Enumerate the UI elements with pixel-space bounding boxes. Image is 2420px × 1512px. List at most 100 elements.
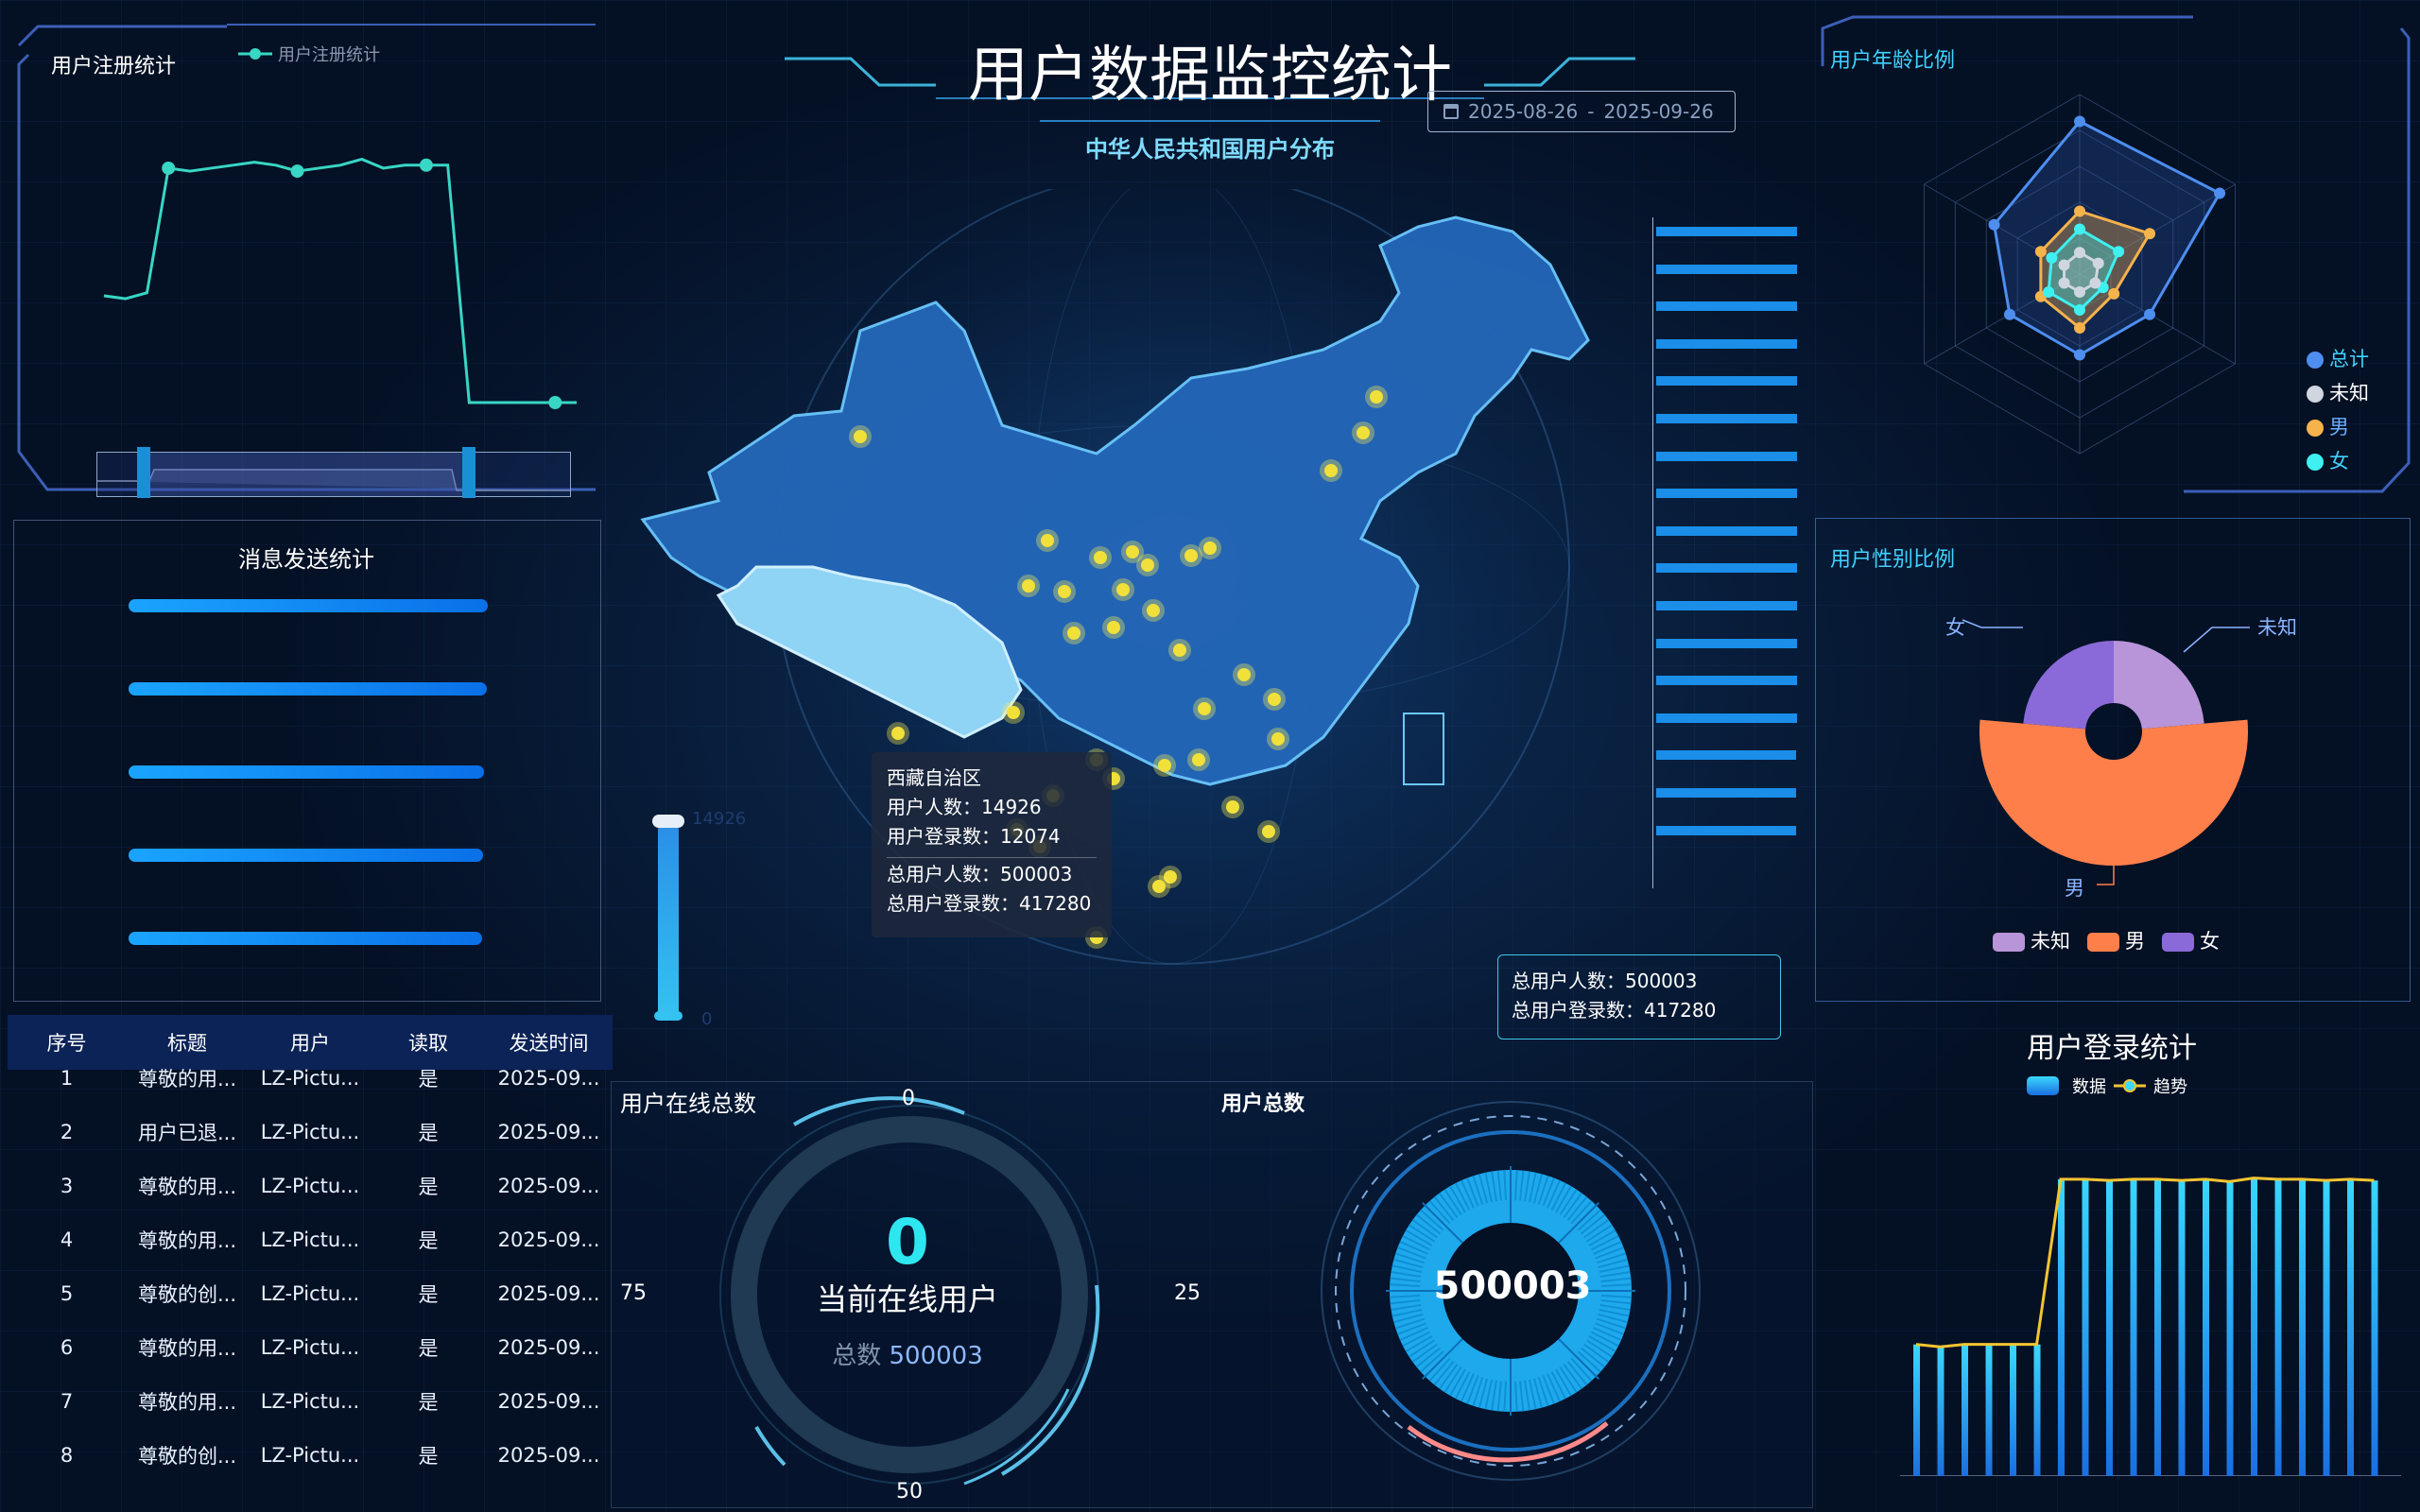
col-read[interactable]: 读取 xyxy=(372,1028,485,1057)
table-row[interactable]: 8 尊敬的创... LZ-Pictu... 是 2025-09... xyxy=(8,1428,613,1482)
scale-max-label: 14926 xyxy=(692,809,747,829)
province-bar xyxy=(1656,376,1798,387)
table-cell: 尊敬的用... xyxy=(137,1336,237,1360)
table-cell: 2 xyxy=(60,1120,74,1143)
table-cell: 7 xyxy=(60,1389,74,1413)
login-legend[interactable]: 数据 趋势 xyxy=(2027,1074,2187,1098)
login-bar xyxy=(2347,1178,2354,1476)
online-total: 总数 500003 xyxy=(813,1336,1002,1371)
tooltip-users: 用户人数：14926 xyxy=(887,796,1042,818)
col-sent-time[interactable]: 发送时间 xyxy=(485,1028,613,1057)
province-bar xyxy=(1656,601,1797,610)
legend-swatch xyxy=(2307,420,2324,437)
online-label: 当前在线用户 xyxy=(816,1281,998,1317)
province-bar xyxy=(1656,825,1797,835)
table-cell: LZ-Pictu... xyxy=(260,1281,360,1305)
col-user[interactable]: 用户 xyxy=(249,1028,372,1057)
table-row[interactable]: 3 尊敬的用... LZ-Pictu... 是 2025-09... xyxy=(8,1159,613,1212)
zoom-preview xyxy=(97,445,570,496)
registration-legend[interactable]: 用户注册统计 xyxy=(238,42,380,66)
scale-handle-top[interactable] xyxy=(652,815,684,828)
province-bar xyxy=(1656,788,1797,798)
legend-swatch xyxy=(2162,933,2194,952)
date-range-picker[interactable]: 2025-08-26 - 2025-09-26 xyxy=(1427,91,1736,132)
zoom-handle-right[interactable] xyxy=(462,447,475,498)
table-row[interactable]: 2 用户已退... LZ-Pictu... 是 2025-09... xyxy=(8,1105,613,1159)
table-row[interactable]: 7 尊敬的用... LZ-Pictu... 是 2025-09... xyxy=(8,1374,613,1428)
table-row[interactable]: 4 尊敬的用... LZ-Pictu... 是 2025-09... xyxy=(8,1212,613,1266)
table-cell: 是 xyxy=(418,1336,439,1360)
messages-table: 序号 标题 用户 读取 发送时间 1 尊敬的用... LZ-Pictu... 是 202… xyxy=(8,1015,613,1482)
legend-swatch xyxy=(2307,454,2324,471)
age-legend-item[interactable]: 总计 xyxy=(2307,342,2369,376)
legend-label: 未知 xyxy=(2031,930,2070,953)
gender-title: 用户性别比例 xyxy=(1830,548,1956,572)
registration-line-chart xyxy=(103,157,577,409)
table-cell: 尊敬的用... xyxy=(137,1175,237,1198)
table-cell: 是 xyxy=(418,1390,439,1414)
message-bar xyxy=(129,599,488,612)
messages-title: 消息发送统计 xyxy=(238,546,374,573)
table-cell: 2025-09... xyxy=(497,1389,600,1413)
table-cell: 4 xyxy=(60,1228,74,1251)
login-bar xyxy=(2251,1177,2257,1476)
login-bar xyxy=(2082,1178,2089,1476)
table-cell: 2025-09... xyxy=(497,1066,600,1090)
login-bar xyxy=(2130,1178,2137,1476)
table-cell: 尊敬的创... xyxy=(137,1444,237,1468)
province-bar xyxy=(1656,489,1797,499)
legend-label: 女 xyxy=(2329,450,2349,472)
table-cell: 是 xyxy=(418,1175,439,1198)
scale-handle-bottom[interactable] xyxy=(654,1011,683,1021)
registration-point xyxy=(548,396,562,409)
province-bar xyxy=(1656,713,1797,723)
col-index[interactable]: 序号 xyxy=(8,1028,126,1057)
date-start: 2025-08-26 xyxy=(1468,100,1579,123)
registration-zoom-slider[interactable] xyxy=(96,445,571,498)
table-row[interactable]: 1 尊敬的用... LZ-Pictu... 是 2025-09... xyxy=(8,1051,613,1105)
registration-series-line xyxy=(103,157,577,404)
table-cell: LZ-Pictu... xyxy=(260,1335,360,1359)
gender-legend-item[interactable]: 未知 xyxy=(1993,926,2070,954)
login-bar xyxy=(2178,1180,2186,1476)
login-bar xyxy=(1985,1344,1993,1476)
login-bar xyxy=(2274,1178,2282,1476)
legend-trend-swatch xyxy=(2114,1079,2146,1092)
province-bar-axis xyxy=(1645,161,1806,198)
messages-bar-chart xyxy=(34,595,582,973)
zoom-handle-left[interactable] xyxy=(137,447,150,498)
table-cell: 是 xyxy=(418,1067,439,1091)
summary-total-logins: 总用户登录数：417280 xyxy=(1512,999,1717,1022)
table-cell: 2025-09... xyxy=(497,1228,600,1251)
age-legend-item[interactable]: 女 xyxy=(2307,444,2369,478)
province-bar xyxy=(1656,676,1797,686)
province-bar xyxy=(1656,525,1797,536)
table-cell: 是 xyxy=(418,1121,439,1144)
gender-legend-item[interactable]: 女 xyxy=(2162,926,2220,954)
gender-rose-chart xyxy=(1962,619,2250,885)
gender-legend-item[interactable]: 男 xyxy=(2087,926,2145,954)
login-bar xyxy=(1962,1344,1968,1476)
age-legend-item[interactable]: 男 xyxy=(2307,410,2369,444)
map-visual-scale[interactable] xyxy=(652,815,684,1022)
login-bar xyxy=(2154,1178,2161,1476)
legend-label: 女 xyxy=(2200,930,2220,953)
col-title[interactable]: 标题 xyxy=(126,1028,249,1057)
login-bar xyxy=(2033,1344,2041,1476)
age-legend-item[interactable]: 未知 xyxy=(2307,376,2369,410)
legend-swatch xyxy=(2307,386,2324,403)
table-cell: LZ-Pictu... xyxy=(260,1174,360,1197)
gauge-tick-top: 0 xyxy=(902,1087,915,1110)
summary-total-users: 总用户人数：500003 xyxy=(1512,970,1698,992)
table-row[interactable]: 6 尊敬的用... LZ-Pictu... 是 2025-09... xyxy=(8,1320,613,1374)
table-cell: 2025-09... xyxy=(497,1174,600,1197)
table-cell: 是 xyxy=(418,1228,439,1252)
table-cell: 是 xyxy=(418,1282,439,1306)
table-row[interactable]: 5 尊敬的创... LZ-Pictu... 是 2025-09... xyxy=(8,1266,613,1320)
table-cell: LZ-Pictu... xyxy=(260,1443,360,1467)
gender-label-female: 女 xyxy=(1945,616,1965,639)
province-bar xyxy=(1656,414,1797,423)
legend-label: 男 xyxy=(2329,416,2349,438)
province-bar xyxy=(1656,264,1798,274)
table-cell: 2025-09... xyxy=(497,1120,600,1143)
